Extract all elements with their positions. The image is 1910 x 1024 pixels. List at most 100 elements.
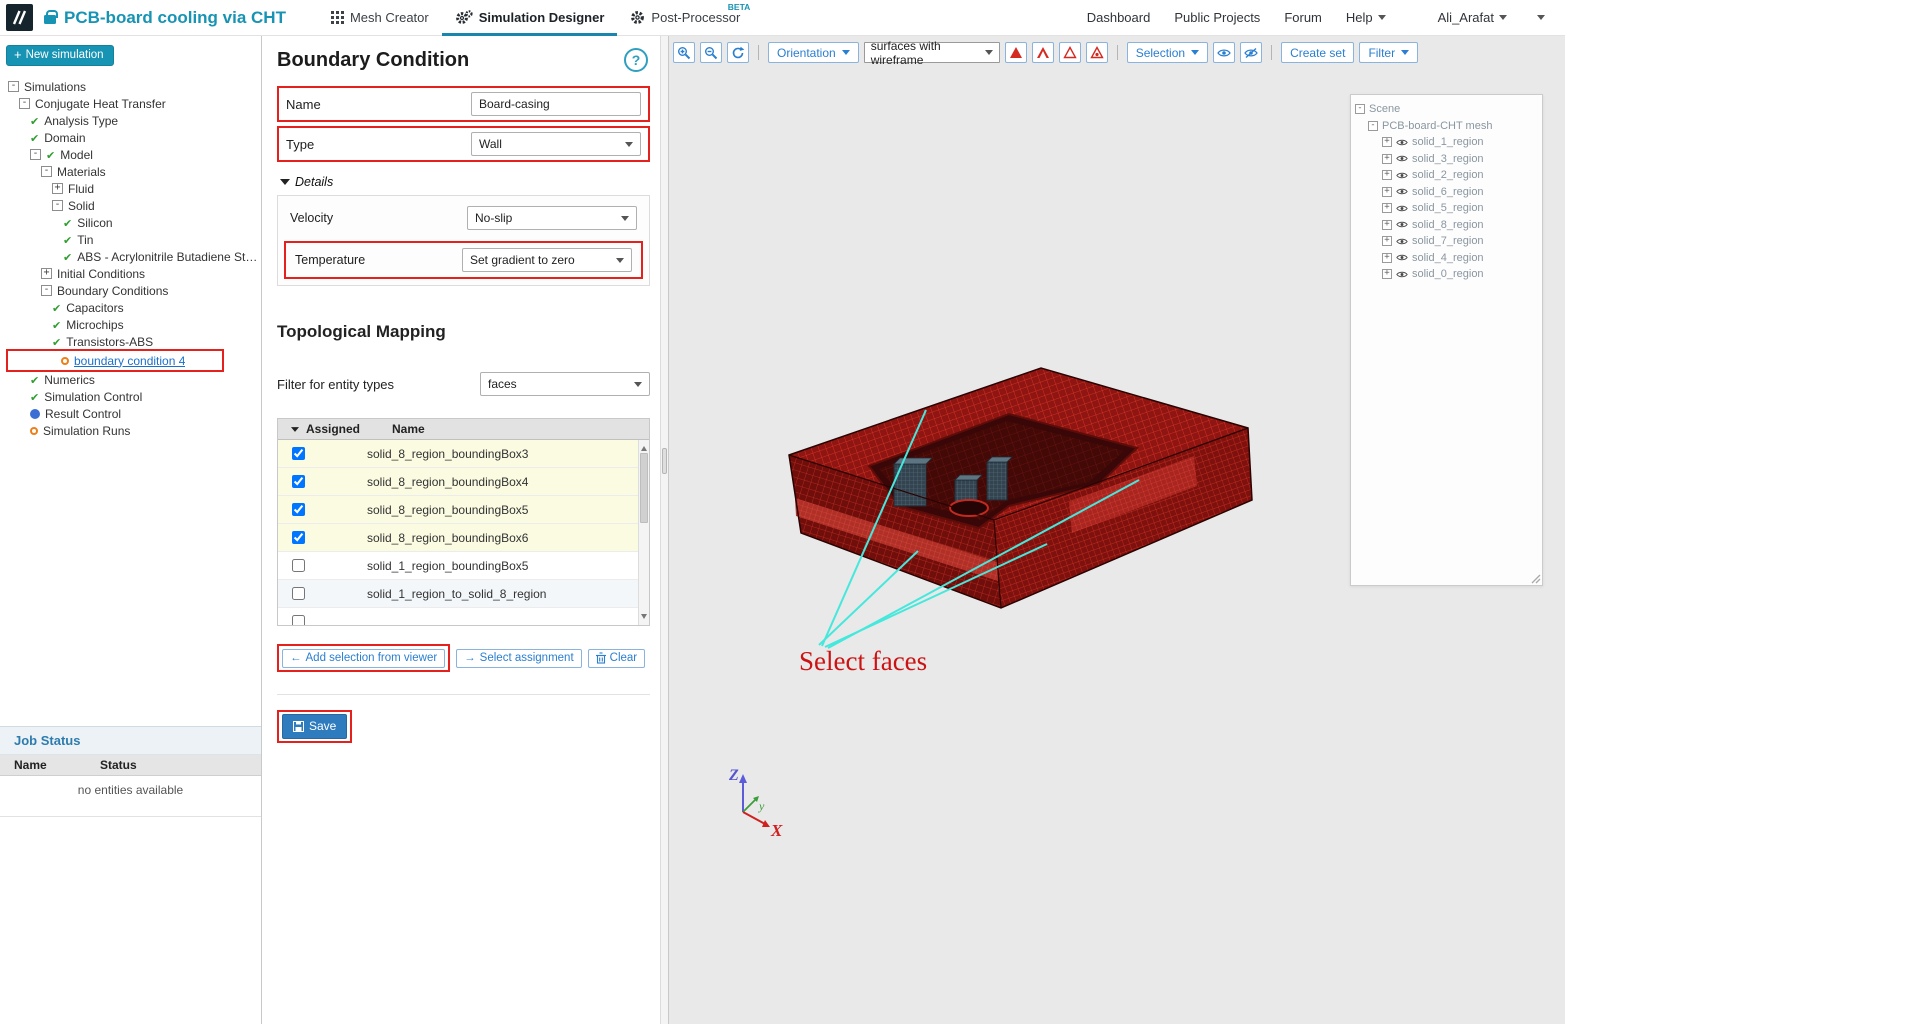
tree-item[interactable]: Numerics xyxy=(0,371,261,388)
expand-icon[interactable]: + xyxy=(1382,236,1392,247)
eye-icon[interactable] xyxy=(1396,204,1408,213)
mesh-tool-button-3[interactable] xyxy=(1058,42,1081,63)
help-button[interactable]: ? xyxy=(624,48,648,72)
collapse-icon[interactable]: - xyxy=(52,200,63,211)
tree-item[interactable]: boundary condition 4 xyxy=(6,349,224,372)
expand-icon[interactable]: + xyxy=(1382,137,1392,148)
tree-item[interactable]: - Solid xyxy=(0,197,261,214)
table-row[interactable]: solid_8_region_boundingBox4 xyxy=(278,468,649,496)
eye-icon[interactable] xyxy=(1396,237,1408,246)
tree-item[interactable]: Simulation Runs xyxy=(0,422,261,439)
eye-icon[interactable] xyxy=(1396,138,1408,147)
tree-item[interactable]: Simulation Control xyxy=(0,388,261,405)
new-simulation-button[interactable]: + New simulation xyxy=(6,45,114,66)
scene-solid-item[interactable]: + solid_5_region xyxy=(1355,200,1538,217)
assignment-checkbox[interactable] xyxy=(292,531,305,544)
collapse-icon[interactable]: - xyxy=(30,149,41,160)
scene-solid-item[interactable]: + solid_6_region xyxy=(1355,184,1538,201)
table-row[interactable]: solid_8_region_boundingBox5 xyxy=(278,496,649,524)
tab-simulation-designer[interactable]: Simulation Designer xyxy=(442,0,618,36)
velocity-select[interactable]: No-slip xyxy=(467,206,637,230)
mesh-tool-button-2[interactable] xyxy=(1031,42,1054,63)
eye-icon[interactable] xyxy=(1396,154,1408,163)
name-input[interactable] xyxy=(471,92,641,116)
link-dashboard[interactable]: Dashboard xyxy=(1087,10,1151,25)
tree-item[interactable]: Result Control xyxy=(0,405,261,422)
tree-item[interactable]: ABS - Acrylonitrile Butadiene Styre... xyxy=(0,248,261,265)
scene-solid-item[interactable]: + solid_0_region xyxy=(1355,266,1538,283)
select-assignment-button[interactable]: → Select assignment xyxy=(456,648,582,668)
tab-mesh-creator[interactable]: Mesh Creator xyxy=(318,0,442,36)
table-row[interactable]: solid_8_region_boundingBox6 xyxy=(278,524,649,552)
collapse-icon[interactable]: - xyxy=(1355,104,1365,115)
assignment-checkbox[interactable] xyxy=(292,475,305,488)
tree-item[interactable]: Capacitors xyxy=(0,299,261,316)
reset-view-button[interactable] xyxy=(727,42,749,63)
help-menu[interactable]: Help xyxy=(1346,10,1386,25)
scene-solid-item[interactable]: + solid_3_region xyxy=(1355,151,1538,168)
link-public-projects[interactable]: Public Projects xyxy=(1174,10,1260,25)
link-forum[interactable]: Forum xyxy=(1284,10,1322,25)
panel-scrollbar[interactable] xyxy=(660,36,669,1024)
filter-button[interactable]: Filter xyxy=(1359,42,1419,63)
scene-solid-item[interactable]: + solid_2_region xyxy=(1355,167,1538,184)
scrollbar-thumb[interactable] xyxy=(640,453,648,523)
assignment-checkbox[interactable] xyxy=(292,587,305,600)
scene-solid-item[interactable]: + solid_1_region xyxy=(1355,134,1538,151)
selection-button[interactable]: Selection xyxy=(1126,42,1209,63)
eye-icon[interactable] xyxy=(1396,253,1408,262)
tree-item[interactable]: Analysis Type xyxy=(0,112,261,129)
eye-icon[interactable] xyxy=(1396,270,1408,279)
casing-opening[interactable] xyxy=(867,412,1139,530)
show-button[interactable] xyxy=(1213,42,1236,63)
table-row[interactable]: solid_8_region_boundingBox3 xyxy=(278,440,649,468)
scene-solid-item[interactable]: + solid_8_region xyxy=(1355,217,1538,234)
expand-icon[interactable]: + xyxy=(1382,269,1392,280)
details-section-header[interactable]: Details xyxy=(280,174,650,190)
temperature-select[interactable]: Set gradient to zero xyxy=(462,248,632,272)
viewer-3d[interactable]: Select faces Z y X Orientation surfaces … xyxy=(669,36,1565,1024)
user-menu[interactable]: Ali_Arafat xyxy=(1438,10,1507,25)
tree-item[interactable]: - Simulations xyxy=(0,78,261,95)
vent-face[interactable] xyxy=(1069,456,1197,533)
eye-icon[interactable] xyxy=(1396,220,1408,229)
tree-item[interactable]: - Materials xyxy=(0,163,261,180)
collapse-icon[interactable]: - xyxy=(41,166,52,177)
render-mode-select[interactable]: surfaces with wireframe xyxy=(863,39,1000,67)
tree-item[interactable]: Microchips xyxy=(0,316,261,333)
board-edge[interactable] xyxy=(795,498,998,581)
expand-icon[interactable]: + xyxy=(1382,153,1392,164)
tree-item[interactable]: Transistors-ABS xyxy=(0,333,261,350)
tree-item[interactable]: - Boundary Conditions xyxy=(0,282,261,299)
table-row[interactable]: solid_1_region_to_solid_8_region xyxy=(278,580,649,608)
tree-item[interactable]: + Initial Conditions xyxy=(0,265,261,282)
tree-item[interactable]: Tin xyxy=(0,231,261,248)
internal-components[interactable] xyxy=(893,456,1013,513)
resize-grip-icon[interactable] xyxy=(1531,574,1541,584)
add-selection-button[interactable]: ← Add selection from viewer xyxy=(282,649,446,668)
collapse-icon[interactable]: - xyxy=(41,285,52,296)
expand-icon[interactable]: + xyxy=(1382,252,1392,263)
scene-mesh-item[interactable]: - PCB-board-CHT mesh xyxy=(1355,118,1538,135)
mesh-tool-button-4[interactable] xyxy=(1085,42,1108,63)
pcb-mesh-model[interactable] xyxy=(788,367,1253,609)
assignment-checkbox[interactable] xyxy=(292,559,305,572)
table-row[interactable]: solid_1_region_boundingBox5 xyxy=(278,552,649,580)
hide-button[interactable] xyxy=(1240,42,1263,63)
panel-resize-handle[interactable] xyxy=(662,448,667,474)
assignment-checkbox[interactable] xyxy=(292,447,305,460)
header-extra-menu[interactable] xyxy=(1537,11,1545,24)
create-set-button[interactable]: Create set xyxy=(1281,42,1355,63)
expand-icon[interactable]: + xyxy=(41,268,52,279)
expand-icon[interactable]: + xyxy=(1382,186,1392,197)
expand-icon[interactable]: + xyxy=(1382,203,1392,214)
eye-icon[interactable] xyxy=(1396,171,1408,180)
mesh-tool-button-1[interactable] xyxy=(1004,42,1027,63)
type-select[interactable]: Wall xyxy=(471,132,641,156)
zoom-in-button[interactable] xyxy=(673,42,695,63)
scene-solid-item[interactable]: + solid_7_region xyxy=(1355,233,1538,250)
expand-icon[interactable]: + xyxy=(52,183,63,194)
zoom-out-button[interactable] xyxy=(700,42,722,63)
table-row[interactable] xyxy=(278,608,649,625)
tree-item[interactable]: - Model xyxy=(0,146,261,163)
